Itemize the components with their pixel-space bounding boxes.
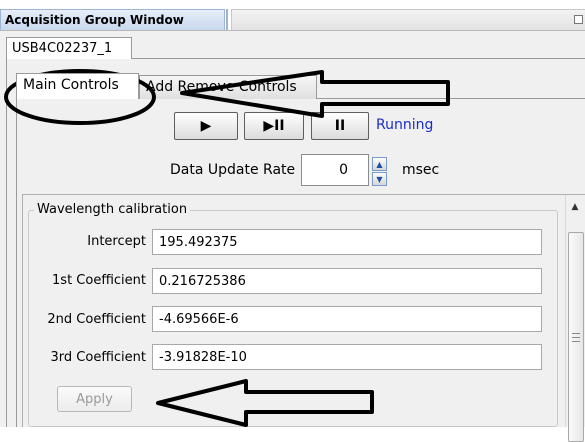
annotation-arrow-top-icon <box>180 70 450 118</box>
tab-main-controls[interactable]: Main Controls <box>16 73 139 99</box>
annotation-arrow-bottom-icon <box>156 379 374 427</box>
annotation-overlay <box>4 69 450 427</box>
